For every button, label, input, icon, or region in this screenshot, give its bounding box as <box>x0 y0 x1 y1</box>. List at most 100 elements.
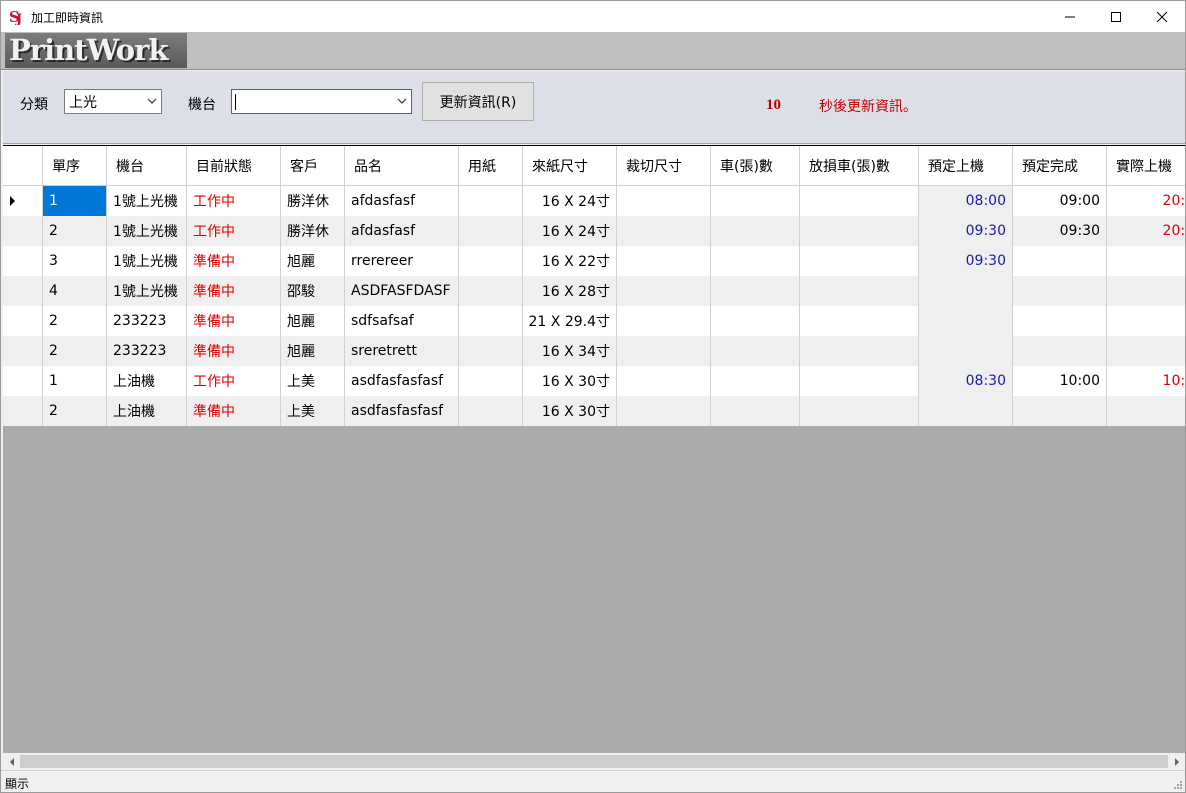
col-planned-start-cell[interactable]: 09:30 <box>919 216 1013 246</box>
col-cut-size-cell[interactable] <box>617 396 711 426</box>
table-row[interactable]: 2 1號上光機 工作中 勝洋休 afdasfasf 16 X 24寸 09:30 09:30 2… <box>3 216 1185 246</box>
col-status-cell[interactable]: 準備中 <box>187 336 281 366</box>
table-row[interactable]: 1 上油機 工作中 上美 asdfasfasfasf 16 X 30寸 08:30 10:00… <box>3 366 1185 396</box>
column-header-planned-finish[interactable]: 預定完成 <box>1013 146 1107 186</box>
col-machine-cell[interactable]: 1號上光機 <box>107 216 187 246</box>
row-selector[interactable] <box>3 306 43 336</box>
col-paper-cell[interactable] <box>459 186 523 216</box>
horizontal-scrollbar[interactable] <box>3 753 1185 770</box>
col-paper-cell[interactable] <box>459 396 523 426</box>
col-machine-cell[interactable]: 233223 <box>107 336 187 366</box>
col-status-cell[interactable]: 準備中 <box>187 396 281 426</box>
row-selector[interactable] <box>3 246 43 276</box>
col-product-cell[interactable]: asdfasfasfasf <box>345 396 459 426</box>
col-paper-cell[interactable] <box>459 216 523 246</box>
col-planned-start-cell[interactable]: 08:00 <box>919 186 1013 216</box>
col-planned-finish-cell[interactable]: 10:00 <box>1013 366 1107 396</box>
col-planned-start-cell[interactable] <box>919 336 1013 366</box>
column-header-order-no[interactable]: 單序 <box>43 146 107 186</box>
col-incoming-size-cell[interactable]: 16 X 34寸 <box>523 336 617 366</box>
col-paper-cell[interactable] <box>459 276 523 306</box>
col-spoilage-cell[interactable] <box>800 336 919 366</box>
scrollbar-thumb[interactable] <box>20 755 1168 768</box>
col-actual-start-cell[interactable]: 20:4 <box>1107 216 1185 246</box>
scroll-right-button[interactable] <box>1168 753 1185 770</box>
col-cut-size-cell[interactable] <box>617 186 711 216</box>
col-actual-start-cell[interactable] <box>1107 396 1185 426</box>
col-actual-start-cell[interactable] <box>1107 306 1185 336</box>
col-planned-start-cell[interactable]: 09:30 <box>919 246 1013 276</box>
col-planned-start-cell[interactable]: 08:30 <box>919 366 1013 396</box>
col-machine-cell[interactable]: 上油機 <box>107 396 187 426</box>
col-customer-cell[interactable]: 上美 <box>281 396 345 426</box>
col-planned-start-cell[interactable] <box>919 306 1013 336</box>
col-spoilage-cell[interactable] <box>800 276 919 306</box>
col-runs-cell[interactable] <box>711 336 800 366</box>
column-header-runs[interactable]: 車(張)數 <box>711 146 800 186</box>
col-cut-size-cell[interactable] <box>617 216 711 246</box>
col-order-no-cell[interactable]: 1 <box>43 366 107 396</box>
col-machine-cell[interactable]: 上油機 <box>107 366 187 396</box>
col-incoming-size-cell[interactable]: 16 X 22寸 <box>523 246 617 276</box>
col-product-cell[interactable]: afdasfasf <box>345 186 459 216</box>
machine-select[interactable] <box>231 89 412 114</box>
col-planned-finish-cell[interactable] <box>1013 276 1107 306</box>
col-status-cell[interactable]: 工作中 <box>187 186 281 216</box>
col-spoilage-cell[interactable] <box>800 246 919 276</box>
column-header-planned-start[interactable]: 預定上機 <box>919 146 1013 186</box>
table-row[interactable]: 4 1號上光機 準備中 邵駿 ASDFASFDASF 16 X 28寸 <box>3 276 1185 306</box>
col-product-cell[interactable]: afdasfasf <box>345 216 459 246</box>
col-runs-cell[interactable] <box>711 306 800 336</box>
table-row[interactable]: 2 233223 準備中 旭麗 sreretrett 16 X 34寸 <box>3 336 1185 366</box>
col-customer-cell[interactable]: 旭麗 <box>281 336 345 366</box>
col-actual-start-cell[interactable] <box>1107 276 1185 306</box>
col-paper-cell[interactable] <box>459 246 523 276</box>
col-status-cell[interactable]: 準備中 <box>187 306 281 336</box>
col-customer-cell[interactable]: 旭麗 <box>281 246 345 276</box>
row-selector[interactable] <box>3 336 43 366</box>
column-header-paper[interactable]: 用紙 <box>459 146 523 186</box>
col-actual-start-cell[interactable]: 10:2 <box>1107 366 1185 396</box>
column-header-cut-size[interactable]: 裁切尺寸 <box>617 146 711 186</box>
table-row[interactable]: 2 233223 準備中 旭麗 sdfsafsaf 21 X 29.4寸 <box>3 306 1185 336</box>
maximize-button[interactable] <box>1093 1 1139 32</box>
table-row[interactable]: 1 1號上光機 工作中 勝洋休 afdasfasf 16 X 24寸 08:00 09:00 2… <box>3 186 1185 216</box>
col-planned-finish-cell[interactable]: 09:30 <box>1013 216 1107 246</box>
col-order-no-cell[interactable]: 1 <box>43 186 107 216</box>
col-order-no-cell[interactable]: 2 <box>43 396 107 426</box>
col-planned-start-cell[interactable] <box>919 276 1013 306</box>
col-runs-cell[interactable] <box>711 246 800 276</box>
col-incoming-size-cell[interactable]: 21 X 29.4寸 <box>523 306 617 336</box>
col-machine-cell[interactable]: 1號上光機 <box>107 246 187 276</box>
col-incoming-size-cell[interactable]: 16 X 24寸 <box>523 186 617 216</box>
col-status-cell[interactable]: 準備中 <box>187 276 281 306</box>
col-actual-start-cell[interactable] <box>1107 246 1185 276</box>
job-grid[interactable]: 單序 機台 目前狀態 客戶 品名 用紙 來紙尺寸 裁切尺寸 車(張)數 放損車(張)數 預定上機 預定… <box>3 145 1185 753</box>
table-row[interactable]: 3 1號上光機 準備中 旭麗 rrerereer 16 X 22寸 09:30 <box>3 246 1185 276</box>
col-planned-start-cell[interactable] <box>919 396 1013 426</box>
col-actual-start-cell[interactable] <box>1107 336 1185 366</box>
col-planned-finish-cell[interactable] <box>1013 246 1107 276</box>
resize-grip-icon[interactable] <box>1171 778 1183 790</box>
col-status-cell[interactable]: 工作中 <box>187 216 281 246</box>
col-cut-size-cell[interactable] <box>617 276 711 306</box>
scroll-left-button[interactable] <box>3 753 20 770</box>
minimize-button[interactable] <box>1047 1 1093 32</box>
col-incoming-size-cell[interactable]: 16 X 30寸 <box>523 396 617 426</box>
col-planned-finish-cell[interactable]: 09:00 <box>1013 186 1107 216</box>
col-runs-cell[interactable] <box>711 396 800 426</box>
col-machine-cell[interactable]: 1號上光機 <box>107 276 187 306</box>
row-selector[interactable] <box>3 186 43 216</box>
col-runs-cell[interactable] <box>711 366 800 396</box>
col-product-cell[interactable]: sdfsafsaf <box>345 306 459 336</box>
col-order-no-cell[interactable]: 4 <box>43 276 107 306</box>
col-spoilage-cell[interactable] <box>800 216 919 246</box>
col-paper-cell[interactable] <box>459 336 523 366</box>
column-header-customer[interactable]: 客戶 <box>281 146 345 186</box>
col-runs-cell[interactable] <box>711 186 800 216</box>
col-incoming-size-cell[interactable]: 16 X 28寸 <box>523 276 617 306</box>
col-product-cell[interactable]: sreretrett <box>345 336 459 366</box>
col-runs-cell[interactable] <box>711 276 800 306</box>
col-order-no-cell[interactable]: 2 <box>43 306 107 336</box>
col-order-no-cell[interactable]: 2 <box>43 336 107 366</box>
